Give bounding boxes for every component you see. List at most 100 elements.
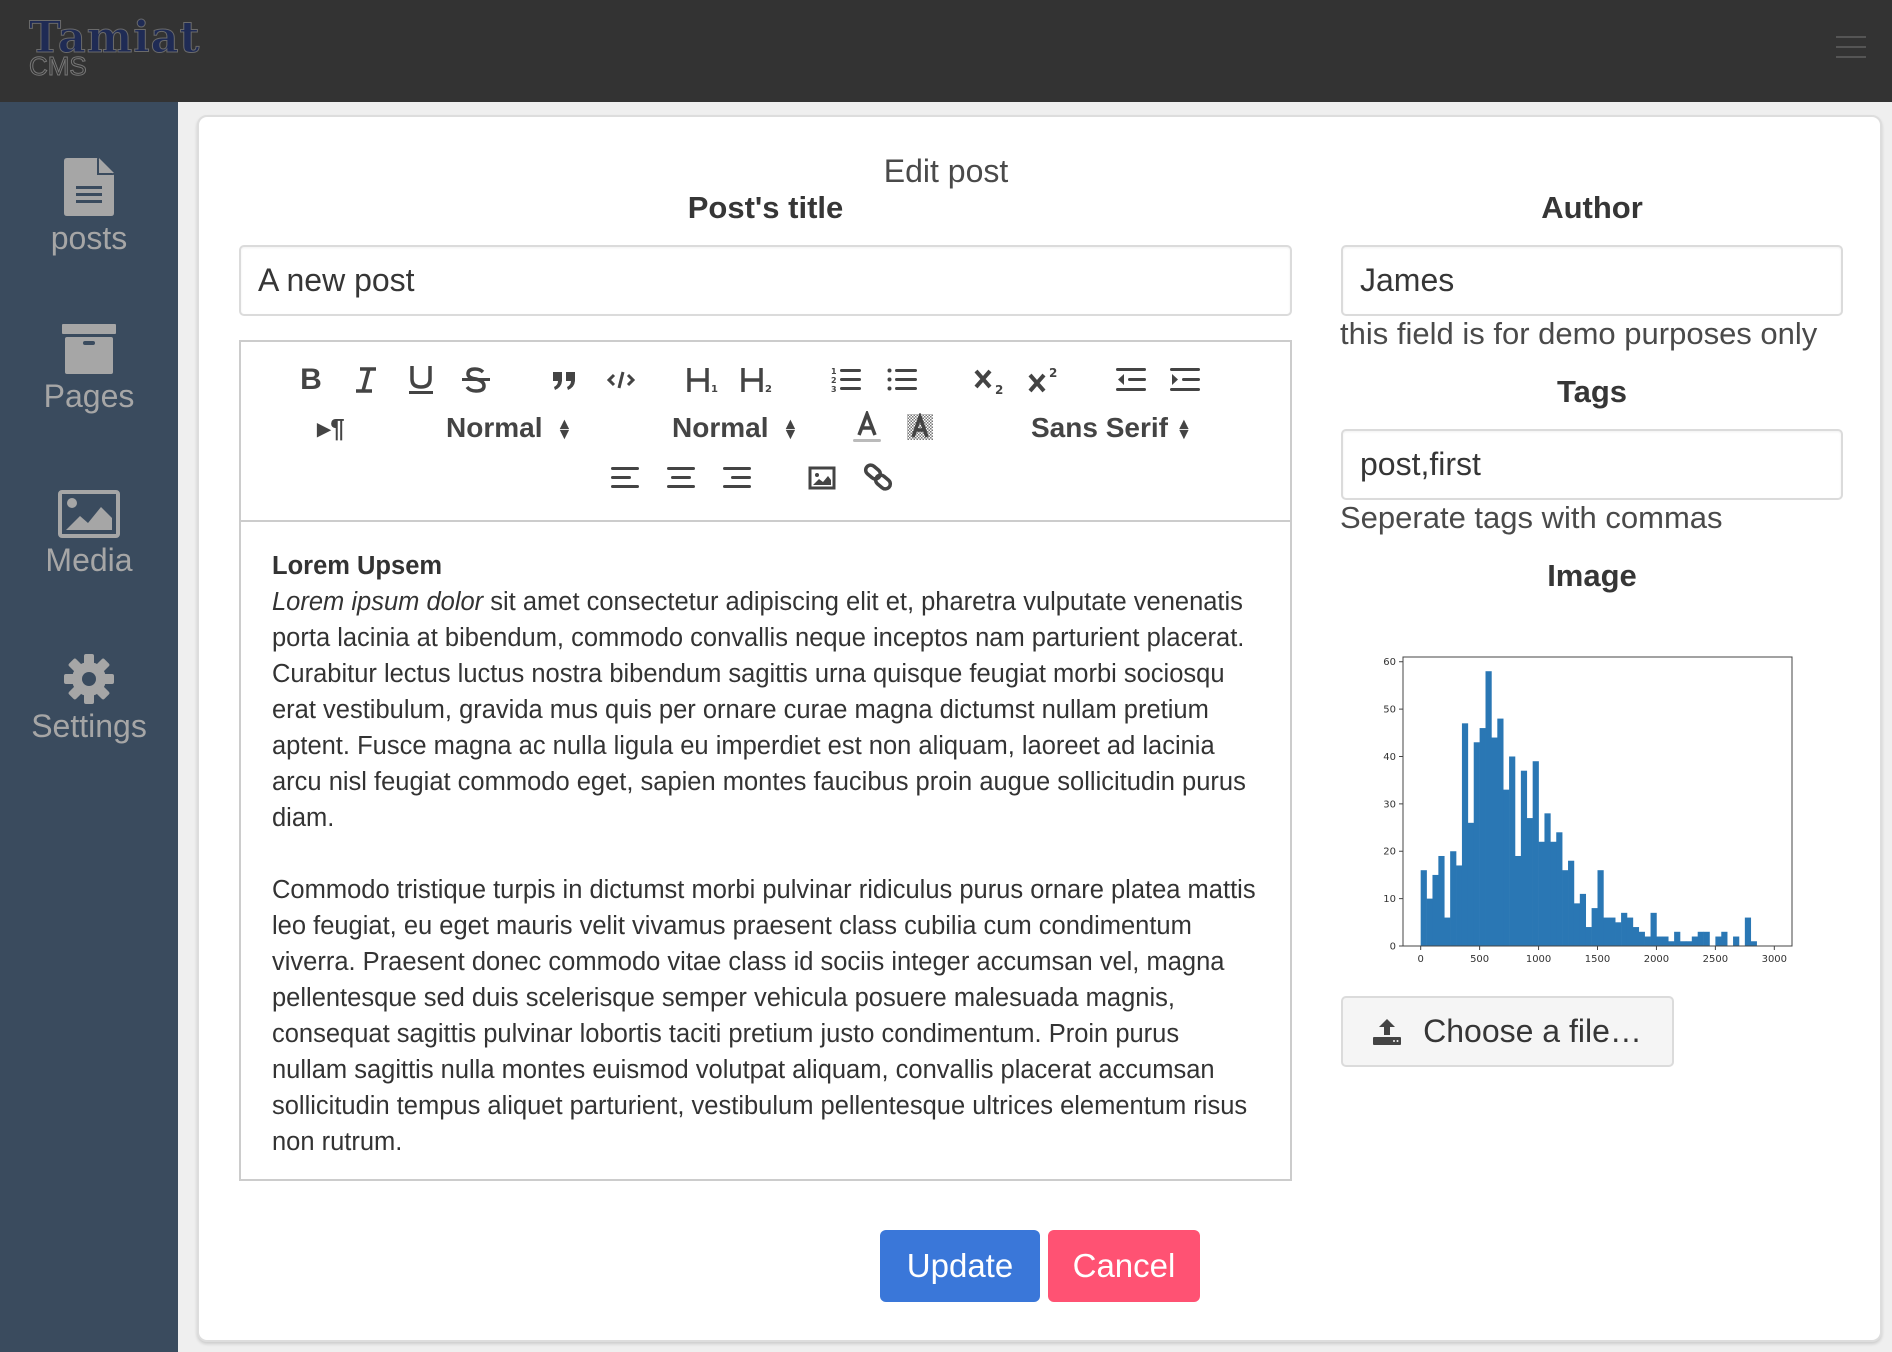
tags-input[interactable] [1341, 429, 1843, 500]
histogram-bar [1650, 912, 1657, 946]
svg-text:2: 2 [765, 384, 772, 394]
hamburger-icon[interactable] [1836, 36, 1866, 60]
header-picker[interactable]: Normal ▲ ▼ [672, 412, 798, 444]
image-button[interactable] [804, 460, 840, 496]
sidebar-item-settings[interactable]: Settings [0, 654, 178, 745]
font-picker[interactable]: Sans Serif ▲ ▼ [1031, 412, 1192, 444]
sidebar-item-label: Settings [31, 708, 147, 744]
updown-arrow-icon: ▲ ▼ [556, 415, 573, 443]
histogram-bar [1638, 931, 1645, 946]
page-title: Edit post [883, 153, 1009, 189]
histogram-bar [1538, 841, 1545, 946]
histogram-bar [1691, 936, 1698, 946]
content-paragraph-1: Lorem ipsum dolor sit amet consectetur a… [272, 588, 1246, 832]
underline-button[interactable] [403, 362, 439, 398]
histogram-bar [1473, 742, 1480, 946]
histogram-bar [1550, 841, 1557, 946]
align-center-icon [667, 467, 695, 488]
post-title-input[interactable] [239, 245, 1292, 316]
ordered-list-button[interactable]: 123 [828, 362, 864, 398]
y-tick-label: 30 [1383, 799, 1396, 810]
histogram-bar [1615, 922, 1622, 946]
color-button[interactable] [849, 408, 885, 448]
x-tick-label: 500 [1470, 954, 1489, 965]
align-left-button[interactable] [607, 460, 643, 496]
strikethrough-icon [462, 367, 490, 393]
histogram-bar [1461, 723, 1469, 946]
background-button[interactable] [903, 408, 939, 448]
align-center-button[interactable] [663, 460, 699, 496]
histogram-bar [1509, 756, 1516, 946]
header-2-button[interactable]: 2 [737, 362, 777, 398]
histogram-bar [1562, 870, 1569, 946]
sidebar-item-media[interactable]: Media [0, 490, 178, 579]
histogram-bar [1568, 860, 1575, 946]
header-1-icon: 1 [687, 368, 718, 394]
bold-icon: B [300, 363, 322, 396]
histogram-bar [1479, 728, 1486, 946]
indent-icon [1170, 368, 1200, 391]
size-picker[interactable]: Normal ▲ ▼ [446, 412, 572, 444]
histogram-bar [1467, 822, 1475, 946]
bullet-list-button[interactable] [884, 362, 920, 398]
editor-content[interactable]: Lorem Upsem Lorem ipsum dolor sit amet c… [241, 522, 1290, 1186]
link-icon [863, 463, 893, 491]
align-right-button[interactable] [719, 460, 755, 496]
histogram-bar [1491, 737, 1498, 946]
direction-button[interactable]: ▸¶ [313, 410, 349, 446]
histogram-bar [1585, 927, 1592, 946]
cancel-button[interactable]: Cancel [1048, 1230, 1200, 1302]
bold-button[interactable]: B [293, 362, 329, 398]
author-input[interactable] [1341, 245, 1843, 316]
superscript-icon: 2 [1028, 366, 1057, 393]
x-tick-label: 1000 [1526, 954, 1551, 965]
underline-icon [409, 366, 433, 394]
histogram-bar [1591, 908, 1598, 946]
code-block-button[interactable] [603, 362, 639, 398]
histogram-bar [1573, 903, 1581, 946]
histogram-bar [1609, 917, 1616, 946]
histogram-bar [1626, 917, 1634, 946]
blockquote-button[interactable] [546, 362, 582, 398]
logo[interactable]: Tamiat CMS [28, 16, 200, 80]
sidebar-item-label: Media [45, 542, 133, 578]
choose-file-label: Choose a file… [1423, 1013, 1642, 1049]
x-tick-label: 1500 [1585, 954, 1610, 965]
choose-file-button[interactable]: Choose a file… [1341, 996, 1674, 1067]
x-tick-label: 3000 [1762, 954, 1787, 965]
histogram-bar [1420, 870, 1427, 946]
strike-button[interactable] [458, 362, 494, 398]
quote-icon [553, 372, 575, 390]
histogram-bar [1721, 931, 1728, 946]
header-1-button[interactable]: 1 [683, 362, 723, 398]
updown-arrow-icon: ▲ ▼ [1175, 415, 1192, 443]
histogram-bar [1497, 718, 1504, 946]
subscript-icon: 2 [974, 369, 1003, 395]
histogram-bar [1697, 931, 1704, 946]
image-label: Image [1547, 558, 1637, 593]
histogram-bar [1703, 931, 1710, 946]
outdent-button[interactable] [1113, 362, 1149, 398]
subscript-button[interactable]: 2 [972, 362, 1008, 398]
histogram-bar [1744, 917, 1752, 946]
histogram-bar [1579, 893, 1587, 946]
align-right-icon [723, 467, 751, 488]
align-left-icon [611, 467, 639, 488]
histogram-bar [1685, 941, 1693, 946]
indent-button[interactable] [1167, 362, 1203, 398]
superscript-button[interactable]: 2 [1026, 362, 1062, 398]
histogram-bar [1733, 936, 1740, 946]
sidebar-item-pages[interactable]: Pages [0, 324, 178, 415]
author-help-text: this field is for demo purposes only [1340, 316, 1818, 351]
sidebar-item-label: posts [50, 220, 128, 256]
top-navbar: Tamiat CMS [0, 0, 1892, 102]
histogram-bar [1750, 941, 1757, 946]
svg-text:1: 1 [831, 367, 837, 376]
sidebar-item-label: Pages [43, 378, 135, 414]
svg-text:3: 3 [831, 385, 837, 393]
update-button[interactable]: Update [880, 1230, 1040, 1302]
y-tick-label: 20 [1383, 847, 1396, 858]
italic-button[interactable] [348, 362, 384, 398]
link-button[interactable] [860, 458, 896, 496]
x-tick-label: 2500 [1703, 954, 1728, 965]
